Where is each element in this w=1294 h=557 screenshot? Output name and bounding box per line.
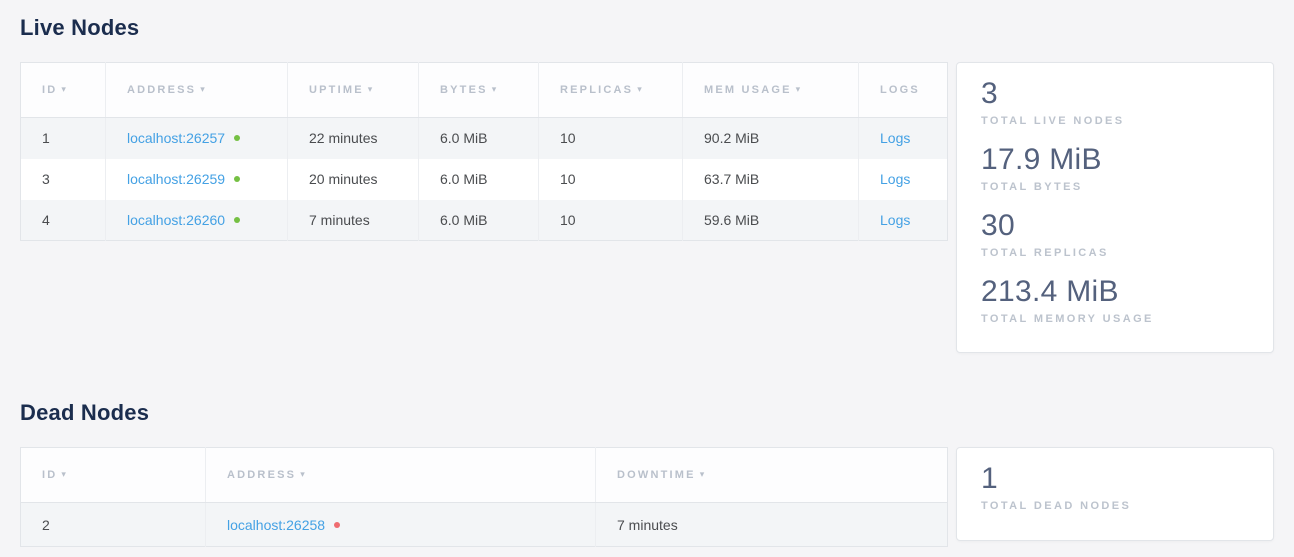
stat-label: TOTAL LIVE NODES bbox=[981, 115, 1249, 127]
sort-arrow-icon: ▾ bbox=[200, 84, 207, 94]
sort-arrow-icon: ▾ bbox=[300, 469, 307, 479]
sort-arrow-icon: ▾ bbox=[796, 84, 803, 94]
node-bytes-cell: 6.0 MiB bbox=[419, 159, 539, 200]
stat-label: TOTAL REPLICAS bbox=[981, 247, 1249, 259]
live-nodes-section: Live Nodes ID ▾ ADDRESS ▾ UPTIME ▾ BYTES ▾ R… bbox=[20, 14, 1274, 353]
node-id-cell: 1 bbox=[21, 118, 106, 159]
dead-nodes-header-row: ID ▾ ADDRESS ▾ DOWNTIME ▾ bbox=[21, 448, 948, 503]
stat-value: 1 bbox=[981, 461, 1249, 497]
node-id-cell: 4 bbox=[21, 200, 106, 241]
stat-value: 3 bbox=[981, 76, 1249, 112]
column-header-replicas[interactable]: REPLICAS ▾ bbox=[539, 63, 683, 118]
stat-total-live-nodes: 3 TOTAL LIVE NODES bbox=[981, 76, 1249, 127]
stat-total-memory-usage: 213.4 MiB TOTAL MEMORY USAGE bbox=[981, 274, 1249, 325]
stat-total-replicas: 30 TOTAL REPLICAS bbox=[981, 208, 1249, 259]
live-nodes-table: ID ▾ ADDRESS ▾ UPTIME ▾ BYTES ▾ REPLICAS ▾ ME… bbox=[20, 62, 948, 241]
logs-link[interactable]: Logs bbox=[880, 130, 910, 146]
node-replicas-cell: 10 bbox=[539, 159, 683, 200]
table-row: 4 localhost:26260 7 minutes 6.0 MiB 10 5… bbox=[21, 200, 948, 241]
column-header-id[interactable]: ID ▾ bbox=[21, 448, 206, 503]
sort-arrow-icon: ▾ bbox=[61, 469, 68, 479]
node-uptime-cell: 22 minutes bbox=[288, 118, 419, 159]
node-uptime-cell: 20 minutes bbox=[288, 159, 419, 200]
column-header-label: DOWNTIME bbox=[617, 469, 696, 481]
stat-label: TOTAL BYTES bbox=[981, 181, 1249, 193]
column-header-label: ADDRESS bbox=[127, 84, 196, 96]
live-nodes-summary-card: 3 TOTAL LIVE NODES 17.9 MiB TOTAL BYTES … bbox=[956, 62, 1274, 353]
stat-value: 30 bbox=[981, 208, 1249, 244]
stat-total-bytes: 17.9 MiB TOTAL BYTES bbox=[981, 142, 1249, 193]
node-address-link[interactable]: localhost:26260 bbox=[127, 212, 225, 228]
live-nodes-title: Live Nodes bbox=[20, 14, 1274, 42]
node-address-cell: localhost:26259 bbox=[106, 159, 288, 200]
column-header-address[interactable]: ADDRESS ▾ bbox=[206, 448, 596, 503]
live-nodes-header-row: ID ▾ ADDRESS ▾ UPTIME ▾ BYTES ▾ REPLICAS ▾ ME… bbox=[21, 63, 948, 118]
node-mem-usage-cell: 63.7 MiB bbox=[683, 159, 859, 200]
dead-nodes-title: Dead Nodes bbox=[20, 399, 1274, 427]
column-header-label: LOGS bbox=[880, 84, 920, 96]
table-row: 3 localhost:26259 20 minutes 6.0 MiB 10 … bbox=[21, 159, 948, 200]
column-header-logs: LOGS bbox=[859, 63, 948, 118]
live-status-icon bbox=[234, 176, 240, 182]
column-header-downtime[interactable]: DOWNTIME ▾ bbox=[596, 448, 948, 503]
stat-label: TOTAL MEMORY USAGE bbox=[981, 313, 1249, 325]
nodes-overview-page: Live Nodes ID ▾ ADDRESS ▾ UPTIME ▾ BYTES ▾ R… bbox=[0, 0, 1294, 547]
stat-value: 213.4 MiB bbox=[981, 274, 1249, 310]
node-address-link[interactable]: localhost:26257 bbox=[127, 130, 225, 146]
table-row: 2 localhost:26258 7 minutes bbox=[21, 503, 948, 547]
live-status-icon bbox=[234, 217, 240, 223]
column-header-label: MEM USAGE bbox=[704, 84, 792, 96]
logs-link[interactable]: Logs bbox=[880, 171, 910, 187]
stat-total-dead-nodes: 1 TOTAL DEAD NODES bbox=[981, 461, 1249, 512]
node-logs-cell: Logs bbox=[859, 118, 948, 159]
dead-status-icon bbox=[334, 522, 340, 528]
sort-arrow-icon: ▾ bbox=[61, 84, 68, 94]
node-address-cell: localhost:26257 bbox=[106, 118, 288, 159]
node-id-cell: 3 bbox=[21, 159, 106, 200]
node-address-cell: localhost:26258 bbox=[206, 503, 596, 547]
sort-arrow-icon: ▾ bbox=[637, 84, 644, 94]
node-bytes-cell: 6.0 MiB bbox=[419, 200, 539, 241]
node-uptime-cell: 7 minutes bbox=[288, 200, 419, 241]
table-row: 1 localhost:26257 22 minutes 6.0 MiB 10 … bbox=[21, 118, 948, 159]
column-header-label: ID bbox=[42, 84, 57, 96]
node-downtime-cell: 7 minutes bbox=[596, 503, 948, 547]
node-mem-usage-cell: 90.2 MiB bbox=[683, 118, 859, 159]
stat-value: 17.9 MiB bbox=[981, 142, 1249, 178]
node-address-cell: localhost:26260 bbox=[106, 200, 288, 241]
live-status-icon bbox=[234, 135, 240, 141]
node-logs-cell: Logs bbox=[859, 200, 948, 241]
node-replicas-cell: 10 bbox=[539, 200, 683, 241]
node-id-cell: 2 bbox=[21, 503, 206, 547]
column-header-label: ADDRESS bbox=[227, 469, 296, 481]
column-header-label: ID bbox=[42, 469, 57, 481]
dead-nodes-section: Dead Nodes ID▾ ADDRESS▾ DOWNTIME▾ 2 loc bbox=[20, 399, 1274, 547]
node-mem-usage-cell: 59.6 MiB bbox=[683, 200, 859, 241]
sort-arrow-icon: ▾ bbox=[700, 469, 707, 479]
column-header-id[interactable]: ID ▾ bbox=[21, 63, 106, 118]
logs-link[interactable]: Logs bbox=[880, 212, 910, 228]
column-header-mem-usage[interactable]: MEM USAGE ▾ bbox=[683, 63, 859, 118]
column-header-bytes[interactable]: BYTES ▾ bbox=[419, 63, 539, 118]
dead-nodes-table: ID ▾ ADDRESS ▾ DOWNTIME ▾ 2 localhost:26258… bbox=[20, 447, 948, 547]
dead-nodes-summary-card: 1 TOTAL DEAD NODES bbox=[956, 447, 1274, 541]
sort-arrow-icon: ▾ bbox=[368, 84, 375, 94]
column-header-label: BYTES bbox=[440, 84, 488, 96]
column-header-address[interactable]: ADDRESS ▾ bbox=[106, 63, 288, 118]
column-header-label: UPTIME bbox=[309, 84, 364, 96]
node-address-link[interactable]: localhost:26259 bbox=[127, 171, 225, 187]
node-address-link[interactable]: localhost:26258 bbox=[227, 517, 325, 533]
sort-arrow-icon: ▾ bbox=[492, 84, 499, 94]
node-logs-cell: Logs bbox=[859, 159, 948, 200]
column-header-uptime[interactable]: UPTIME ▾ bbox=[288, 63, 419, 118]
node-replicas-cell: 10 bbox=[539, 118, 683, 159]
column-header-label: REPLICAS bbox=[560, 84, 633, 96]
stat-label: TOTAL DEAD NODES bbox=[981, 500, 1249, 512]
node-bytes-cell: 6.0 MiB bbox=[419, 118, 539, 159]
